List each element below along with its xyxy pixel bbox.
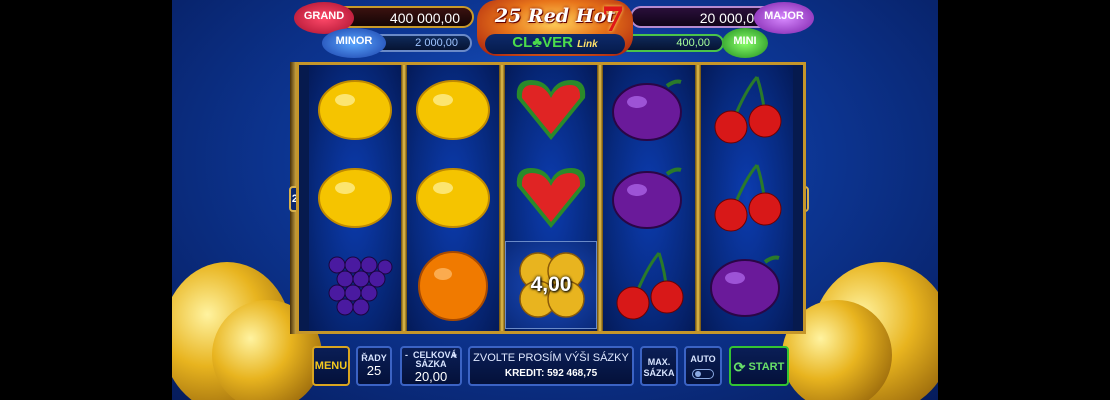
cherry-icon [616, 252, 684, 320]
cherry-icon [714, 164, 782, 232]
watermelon-icon [516, 80, 586, 140]
credit-label: KREDIT: [504, 368, 545, 379]
reel-2-symbol-2 [407, 153, 499, 241]
reel-5-symbol-3 [701, 241, 793, 329]
logo-link-text: Link [577, 39, 598, 50]
plum-icon [612, 167, 682, 229]
max-bet-button[interactable]: MAX. SÁZKA [640, 346, 678, 386]
total-bet-value: 20,00 [414, 369, 448, 384]
plum-icon [612, 79, 682, 141]
reel-3-symbol-3: 4,00 [505, 241, 597, 329]
orange-icon [418, 251, 488, 321]
auto-label: AUTO [690, 354, 716, 364]
major-jackpot-badge: MAJOR [754, 2, 814, 34]
reel-4-symbol-1 [603, 65, 695, 153]
auto-toggle[interactable]: AUTO [684, 346, 722, 386]
reel-4-symbol-3 [603, 241, 695, 329]
reel-4 [603, 65, 695, 331]
right-margin [938, 0, 1110, 400]
reel-area: 4,00 [296, 62, 806, 334]
lemon-icon [416, 168, 490, 228]
refresh-icon: ⟳ [733, 359, 746, 375]
minor-label: MINOR [335, 35, 373, 47]
reel-2 [407, 65, 499, 331]
reel-3: 4,00 [505, 65, 597, 331]
logo-clover-link: CL♣VER Link [485, 34, 625, 54]
lines-label: ŘADY [361, 353, 387, 363]
watermelon-icon [516, 168, 586, 228]
bet-prompt-message: ZVOLTE PROSÍM VÝŠI SÁZKY [473, 352, 629, 364]
menu-label: MENU [314, 360, 348, 372]
auto-switch-icon [692, 369, 714, 379]
grapes-icon [328, 256, 393, 316]
mini-jackpot-badge: MINI [722, 28, 768, 58]
lemon-icon [318, 168, 392, 228]
game-stage: 400 000,00 GRAND 2 000,00 MINOR 20 000,0… [172, 0, 938, 400]
reel-2-symbol-1 [407, 65, 499, 153]
menu-button[interactable]: MENU [312, 346, 350, 386]
cherry-icon [714, 76, 782, 144]
start-label: START [748, 361, 785, 373]
reel-1-symbol-3 [309, 241, 401, 329]
reel-5 [701, 65, 793, 331]
plum-icon [710, 255, 780, 317]
major-label: MAJOR [764, 10, 804, 22]
lemon-icon [416, 80, 490, 140]
reel-5-symbol-2 [701, 153, 793, 241]
message-panel: ZVOLTE PROSÍM VÝŠI SÁZKY KREDIT: 592 468… [468, 346, 634, 386]
start-button[interactable]: ⟳ START [729, 346, 789, 386]
reel-1-symbol-2 [309, 153, 401, 241]
reel-1 [309, 65, 401, 331]
lines-value: 25 [366, 363, 382, 378]
lemon-icon [318, 80, 392, 140]
reel-1-symbol-1 [309, 65, 401, 153]
reel-4-symbol-2 [603, 153, 695, 241]
reel-5-symbol-1 [701, 65, 793, 153]
grand-label: GRAND [303, 10, 345, 22]
minor-jackpot-badge: MINOR [322, 28, 386, 58]
lines-selector[interactable]: ŘADY 25 [356, 346, 392, 386]
bet-minus-button[interactable]: - [405, 350, 408, 360]
mini-label: MINI [733, 35, 757, 47]
total-bet-label: CELKOVÁ SÁZKA [413, 350, 458, 369]
bonus-value: 4,00 [530, 273, 572, 296]
game-logo: 25 Red Hot 7 CL♣VER Link [477, 0, 633, 56]
bet-plus-button[interactable]: + [452, 350, 457, 360]
credit-value: 592 468,75 [547, 368, 598, 379]
max-bet-label: MAX. SÁZKA [643, 357, 675, 378]
reel-3-symbol-1 [505, 65, 597, 153]
credit-display: KREDIT: 592 468,75 [470, 368, 632, 379]
reel-3-symbol-2 [505, 153, 597, 241]
mini-jackpot-value: 400,00 [620, 34, 724, 52]
logo-clover-text: CL♣VER [512, 34, 573, 51]
reel-2-symbol-3 [407, 241, 499, 329]
total-bet-selector[interactable]: - + CELKOVÁ SÁZKA 20,00 [400, 346, 462, 386]
